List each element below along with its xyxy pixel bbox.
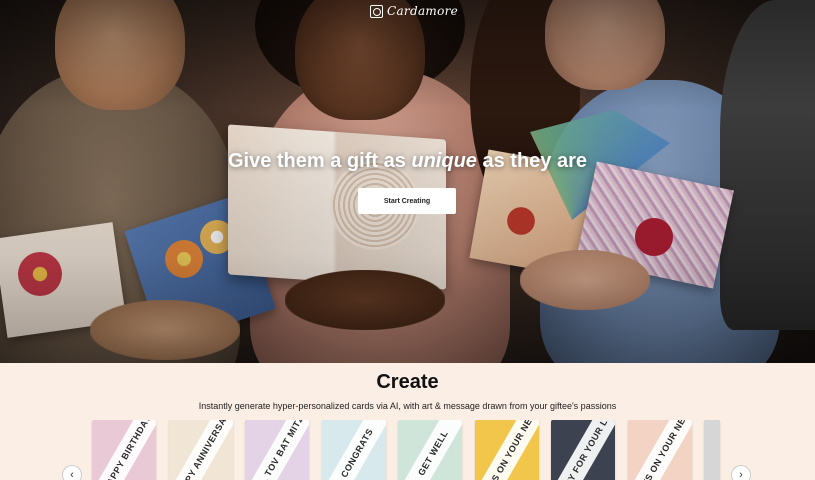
occasion-card[interactable]: CONGRATS ON YOUR NEW HOME <box>474 420 539 480</box>
create-section: Create Instantly generate hyper-personal… <box>0 363 815 480</box>
occasion-card-label: HAPPY ANNIVERSARY <box>171 420 233 480</box>
brand-logo[interactable]: Cardamore <box>370 4 458 18</box>
occasion-card[interactable]: SORRY FOR YOUR LOSS <box>551 420 615 480</box>
occasion-card-label: MAZEL TOV BAT MITZVAH <box>245 420 309 480</box>
headline-part: as they are <box>476 150 587 172</box>
occasion-card[interactable]: MAZEL TOV BAT MITZVAH <box>245 420 309 480</box>
occasion-card[interactable] <box>704 420 720 480</box>
section-subtitle: Instantly generate hyper-personalized ca… <box>198 401 617 411</box>
occasion-card[interactable]: HAPPY BIRTHDAY <box>92 420 156 480</box>
brand-name: Cardamore <box>387 4 459 18</box>
headline-emphasis: unique <box>411 150 477 172</box>
carousel-prev-button[interactable]: ‹ <box>62 465 82 480</box>
occasion-card[interactable]: HAPPY ANNIVERSARY <box>168 420 233 480</box>
start-creating-button[interactable]: Start Creating <box>358 188 456 214</box>
occasion-card-label: SORRY FOR YOUR LOSS <box>552 420 615 480</box>
occasion-card-label: CONGRATS ON YOUR NEW HOME <box>475 420 539 480</box>
section-title: Create <box>376 371 439 393</box>
hero-overlay <box>0 0 815 363</box>
chevron-left-icon: ‹ <box>70 469 74 480</box>
carousel-next-button[interactable]: › <box>731 465 751 480</box>
occasion-card-label: CONGRATS <box>324 420 386 480</box>
card-icon <box>370 4 383 18</box>
chevron-right-icon: › <box>739 469 743 480</box>
card-carousel: HAPPY BIRTHDAY HAPPY ANNIVERSARY MAZEL TOV… <box>0 420 815 480</box>
occasion-card-label: GET WELL <box>400 420 462 480</box>
occasion-card-label: CONGRATS ON YOUR NEW BABY <box>628 420 692 480</box>
hero-banner: Cardamore Give them a gift as unique as … <box>0 0 815 363</box>
occasion-card[interactable]: CONGRATS <box>321 420 386 480</box>
occasion-card[interactable]: GET WELL <box>398 420 462 480</box>
occasion-card[interactable]: CONGRATS ON YOUR NEW BABY <box>627 420 692 480</box>
hero-headline: Give them a gift as unique as they are <box>0 150 815 173</box>
occasion-card-label: HAPPY BIRTHDAY <box>94 420 156 480</box>
headline-part: Give them a gift as <box>227 150 412 172</box>
